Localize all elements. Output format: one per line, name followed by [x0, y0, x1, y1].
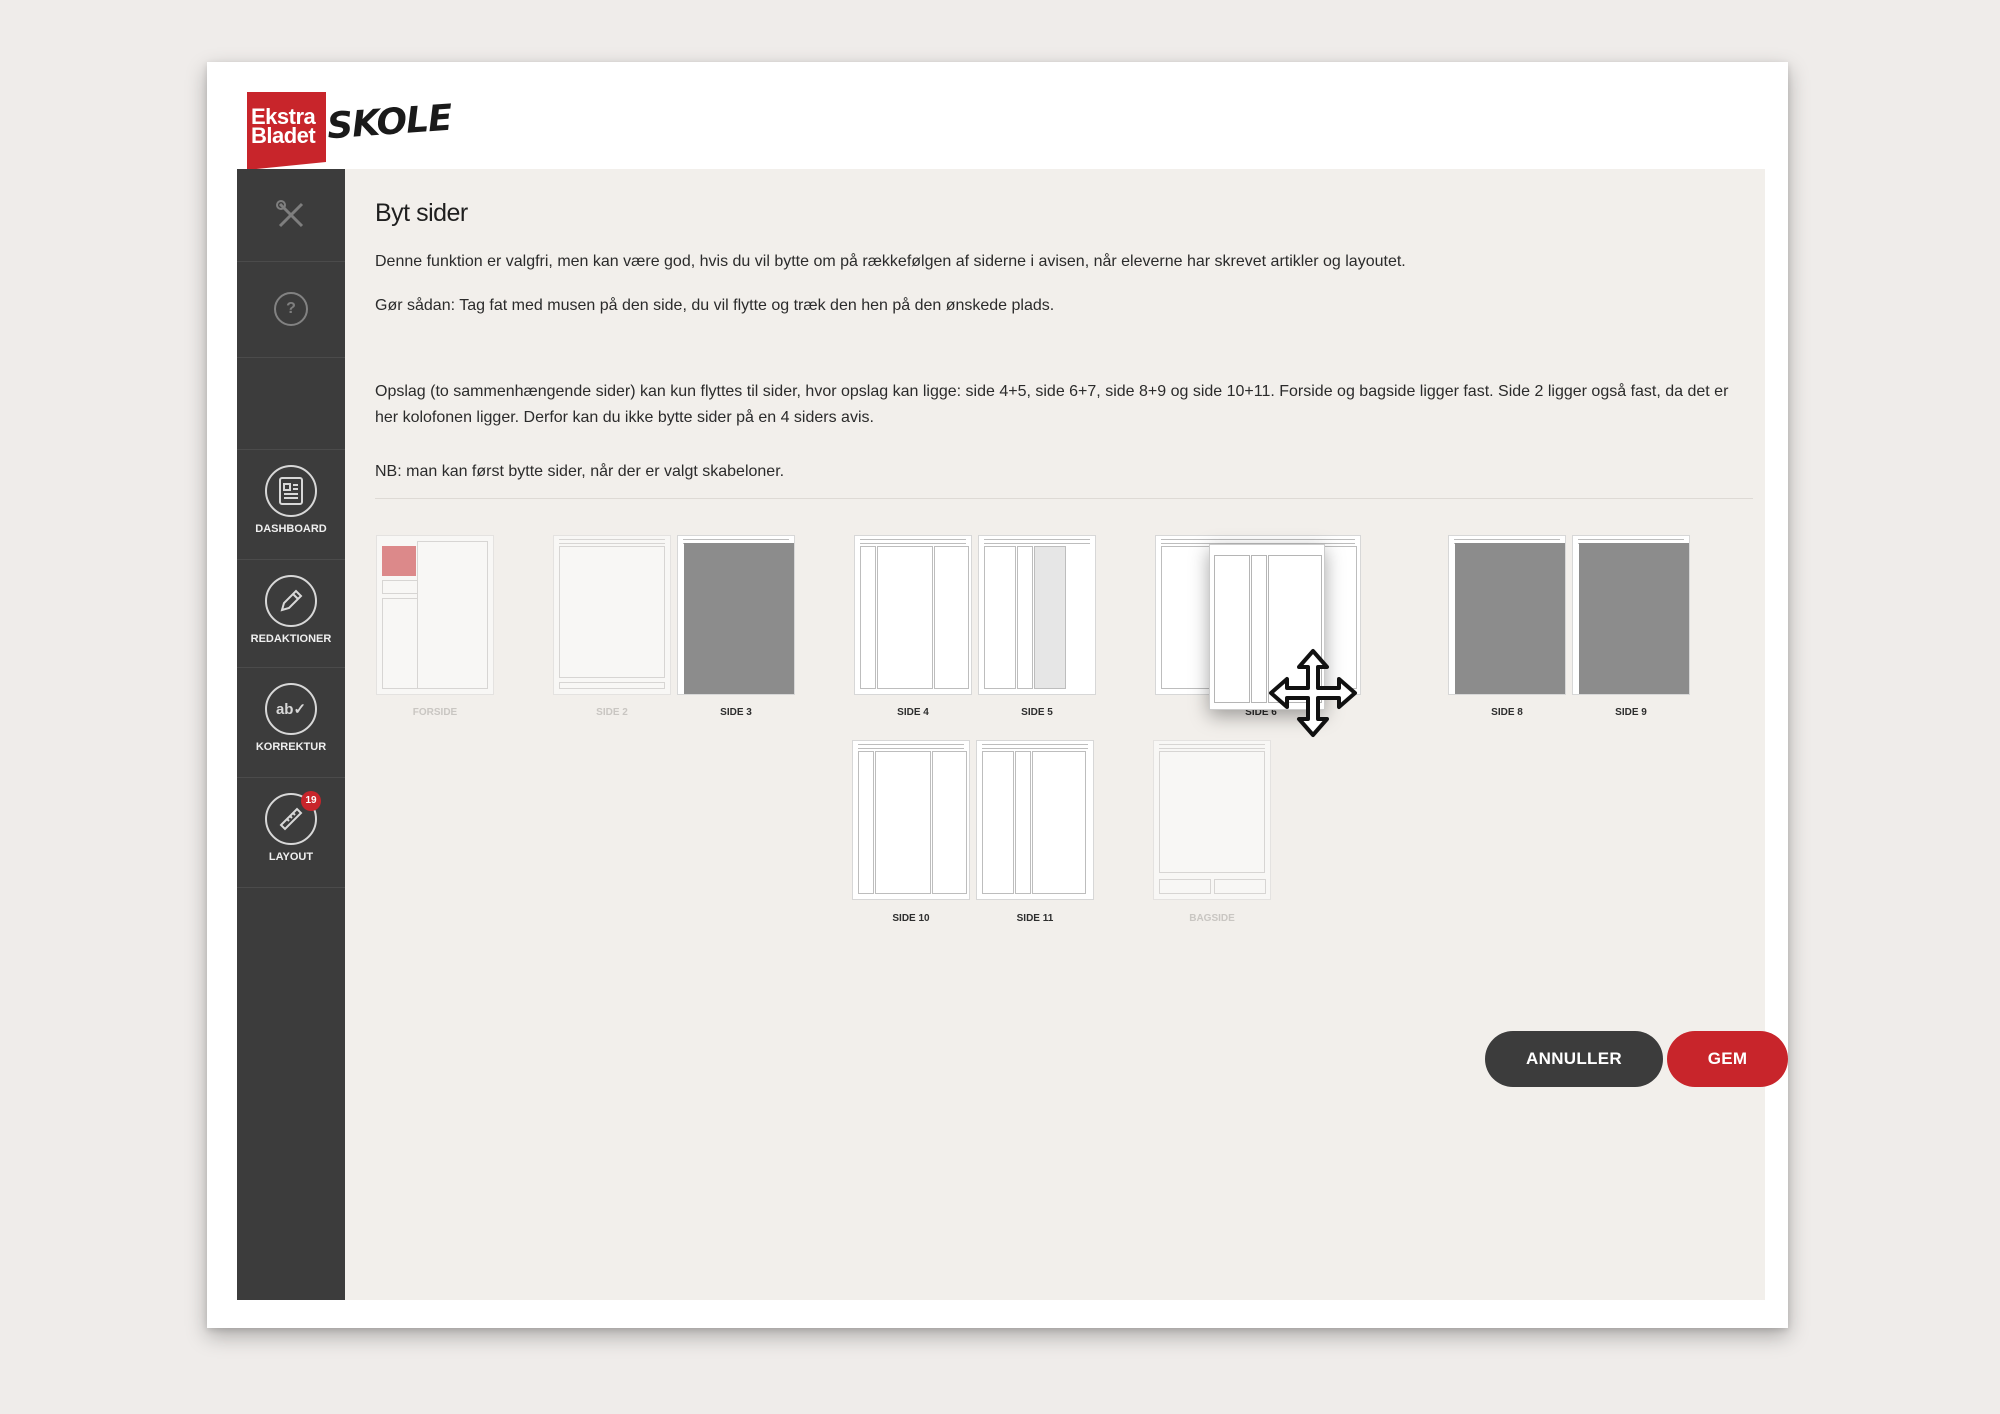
- logo-brand-line2: Bladet: [251, 123, 316, 148]
- page-fill: [1579, 543, 1689, 694]
- page-column: [382, 598, 418, 689]
- page-thumbnail-side9[interactable]: [1572, 535, 1690, 695]
- page-topbar: [982, 744, 1088, 749]
- sidebar-item-redaktioner[interactable]: REDAKTIONER: [237, 559, 345, 668]
- page-column: [1015, 751, 1031, 894]
- page-thumbnail-side2: [553, 535, 671, 695]
- page-label-side11: SIDE 11: [1016, 913, 1054, 924]
- ruler-icon: 19: [265, 791, 321, 845]
- page-topbar: [858, 744, 964, 749]
- pencil-icon: [265, 575, 317, 627]
- section-divider: [375, 498, 1753, 499]
- sidebar-item-layout[interactable]: 19 LAYOUT: [237, 777, 345, 888]
- page-fill: [684, 543, 794, 694]
- page-column: [984, 546, 1016, 689]
- main-content: Byt sider Denne funktion er valgfri, men…: [345, 169, 1788, 1300]
- page-column: [860, 546, 876, 689]
- page-thumbnail-side5[interactable]: [978, 535, 1096, 695]
- sidebar-item-korrektur[interactable]: ab✓ KORREKTUR: [237, 667, 345, 778]
- sidebar: ? DASHBOARD REDAKTIONER ab✓ KORREKTUR 19…: [237, 169, 345, 1300]
- sidebar-item-label: DASHBOARD: [255, 523, 327, 535]
- move-cursor-icon: [1269, 649, 1357, 737]
- page-column: [934, 546, 969, 689]
- intro-text: Denne funktion er valgfri, men kan være …: [375, 253, 1406, 270]
- dashboard-icon: [265, 465, 317, 517]
- page-label-side8: SIDE 8: [1491, 707, 1523, 718]
- mini-logo: [382, 546, 416, 576]
- cancel-button[interactable]: ANNULLER: [1485, 1031, 1663, 1087]
- page-column: [559, 682, 665, 689]
- page-column: [1214, 555, 1250, 703]
- sidebar-item-label: LAYOUT: [268, 851, 314, 863]
- page-fill: [1455, 543, 1565, 694]
- page-label-bagside: BAGSIDE: [1189, 913, 1235, 924]
- page-column: [382, 580, 418, 594]
- logo-product-name: SKOLE: [325, 97, 453, 148]
- page-thumbnail-side4[interactable]: [854, 535, 972, 695]
- page-column: [1159, 751, 1265, 873]
- page-label-side5: SIDE 5: [1021, 707, 1053, 718]
- sidebar-empty-slot: [237, 357, 345, 450]
- sidebar-item-dashboard[interactable]: DASHBOARD: [237, 449, 345, 560]
- sidebar-help[interactable]: ?: [237, 261, 345, 358]
- page-column: [875, 751, 931, 894]
- page-label-side2: SIDE 2: [596, 707, 628, 718]
- page-thumbnail-side8[interactable]: [1448, 535, 1566, 695]
- logo-brand-box: Ekstra Bladet: [247, 92, 326, 170]
- page-column: [1214, 879, 1266, 894]
- spellcheck-icon: ab✓: [265, 683, 317, 735]
- page-topbar: [1159, 744, 1265, 749]
- page-column: [982, 751, 1014, 894]
- page-label-side3: SIDE 3: [720, 707, 752, 718]
- page-column: [1017, 546, 1033, 689]
- page-topbar: [984, 539, 1090, 544]
- sidebar-tools[interactable]: [237, 169, 345, 262]
- page-thumbnail-side10[interactable]: [852, 740, 970, 900]
- page-column: [559, 546, 665, 678]
- page-column: [1159, 879, 1211, 894]
- page-title: Byt sider: [375, 199, 468, 227]
- page-column: [1251, 555, 1267, 703]
- app-window: Ekstra Bladet SKOLE ? DASHBOARD REDAKTIO…: [207, 62, 1788, 1328]
- page-thumbnail-side11[interactable]: [976, 740, 1094, 900]
- page-thumbnail-forside: [376, 535, 494, 695]
- page-label-side10: SIDE 10: [892, 913, 930, 924]
- page-column: [1032, 751, 1086, 894]
- page-column: [877, 546, 933, 689]
- page-column: [932, 751, 967, 894]
- spread-rules-text: Opslag (to sammenhængende sider) kan kun…: [375, 383, 1729, 426]
- save-button[interactable]: GEM: [1667, 1031, 1788, 1087]
- ekstra-bladet-skole-logo[interactable]: Ekstra Bladet SKOLE: [247, 92, 453, 170]
- page-column: [417, 541, 488, 689]
- page-thumbnail-side3[interactable]: [677, 535, 795, 695]
- page-column: [1034, 546, 1066, 689]
- note-text: NB: man kan først bytte sider, når der e…: [375, 463, 785, 480]
- help-icon: ?: [274, 292, 308, 326]
- page-topbar: [559, 539, 665, 544]
- tools-icon: [276, 200, 304, 228]
- sidebar-item-label: REDAKTIONER: [250, 633, 332, 645]
- instruction-text: Gør sådan: Tag fat med musen på den side…: [375, 297, 1055, 314]
- page-thumbnail-bagside: [1153, 740, 1271, 900]
- page-column: [858, 751, 874, 894]
- page-label-side9: SIDE 9: [1615, 707, 1647, 718]
- page-label-side4: SIDE 4: [897, 707, 929, 718]
- page-topbar: [860, 539, 966, 544]
- layout-notification-badge: 19: [301, 791, 321, 811]
- sidebar-item-label: KORREKTUR: [255, 741, 327, 753]
- page-label-forside: FORSIDE: [412, 707, 458, 718]
